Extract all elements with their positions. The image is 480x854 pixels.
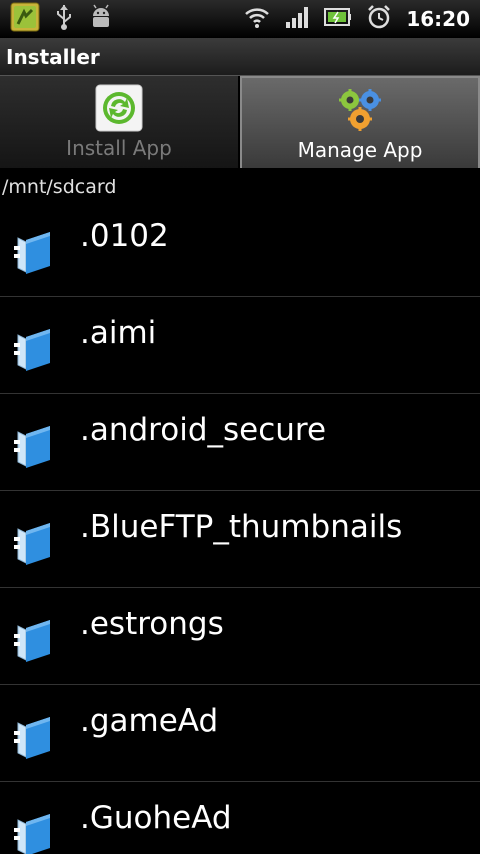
signal-icon	[284, 5, 310, 33]
folder-list: .0102 .aimi .android_secure .BlueFTP_thu…	[0, 200, 480, 854]
folder-name: .BlueFTP_thumbnails	[80, 509, 403, 545]
folder-name: .gameAd	[80, 703, 219, 739]
folder-name: .aimi	[80, 315, 157, 351]
folder-item-blueftp-thumbnails[interactable]: .BlueFTP_thumbnails	[0, 491, 480, 588]
folder-icon	[10, 224, 66, 280]
folder-name: .0102	[80, 218, 169, 254]
app-title: Installer	[6, 44, 100, 69]
app-notification-icon	[10, 2, 40, 36]
status-bar: 16:20	[0, 0, 480, 38]
usb-icon	[54, 3, 74, 35]
folder-item-gamead[interactable]: .gameAd	[0, 685, 480, 782]
battery-icon	[324, 6, 352, 32]
tab-bar: Install App Manage App	[0, 76, 480, 168]
folder-item-android-secure[interactable]: .android_secure	[0, 394, 480, 491]
recycle-install-icon	[95, 84, 143, 132]
folder-item-estrongs[interactable]: .estrongs	[0, 588, 480, 685]
folder-item-guohead[interactable]: .GuoheAd	[0, 782, 480, 854]
folder-icon	[10, 418, 66, 474]
alarm-icon	[366, 4, 392, 34]
folder-item-0102[interactable]: .0102	[0, 200, 480, 297]
tab-manage-app-label: Manage App	[297, 138, 423, 162]
folder-icon	[10, 515, 66, 571]
android-debug-icon	[88, 4, 114, 34]
tab-manage-app[interactable]: Manage App	[240, 76, 480, 168]
gears-icon	[336, 86, 384, 134]
wifi-icon	[244, 5, 270, 33]
folder-name: .GuoheAd	[80, 800, 232, 836]
folder-item-aimi[interactable]: .aimi	[0, 297, 480, 394]
tab-install-app[interactable]: Install App	[0, 76, 240, 168]
folder-icon	[10, 806, 66, 854]
folder-icon	[10, 709, 66, 765]
folder-icon	[10, 321, 66, 377]
title-bar: Installer	[0, 38, 480, 76]
tab-install-app-label: Install App	[66, 136, 172, 160]
current-path: /mnt/sdcard	[2, 176, 117, 198]
folder-icon	[10, 612, 66, 668]
folder-name: .estrongs	[80, 606, 224, 642]
status-time: 16:20	[406, 7, 470, 31]
folder-name: .android_secure	[80, 412, 327, 448]
